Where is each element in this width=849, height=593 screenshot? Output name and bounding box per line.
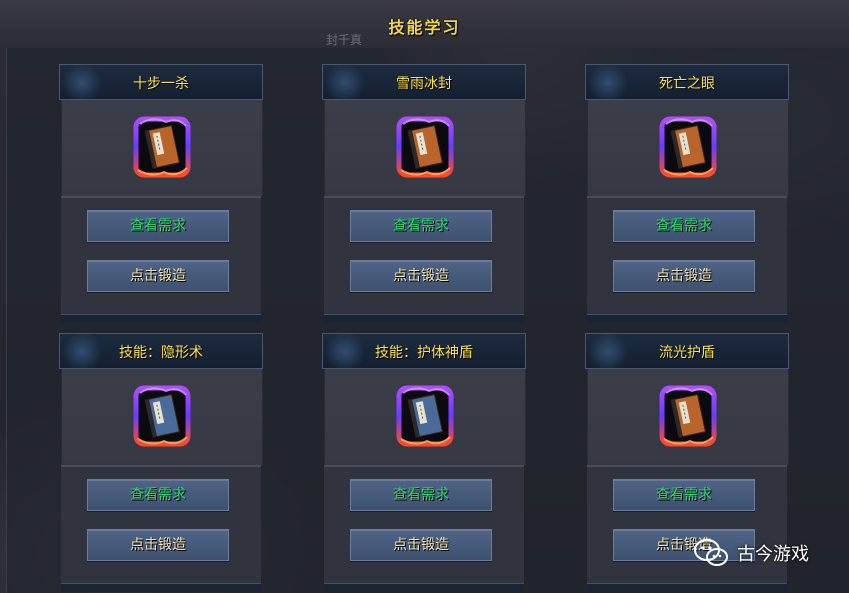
watermark: 古今游戏 bbox=[693, 533, 809, 573]
skill-book-icon[interactable] bbox=[395, 114, 455, 180]
skill-icon-area bbox=[61, 100, 263, 196]
skill-icon-area bbox=[587, 369, 789, 465]
window-subtitle: 封千真 bbox=[326, 33, 363, 47]
skill-card-header: 雪雨冰封 bbox=[322, 64, 526, 100]
skill-card-footer bbox=[61, 314, 261, 323]
view-requirements-button[interactable]: 查看需求 bbox=[350, 479, 492, 511]
skill-panel: 十步一杀 查看需求 点击锻造 雪雨冰封 查看需求 点击锻造 死亡之眼 查看需求 … bbox=[6, 48, 849, 593]
view-requirements-button[interactable]: 查看需求 bbox=[350, 210, 492, 242]
view-requirements-button[interactable]: 查看需求 bbox=[613, 479, 755, 511]
window-title: 技能学习 bbox=[388, 18, 461, 37]
skill-card: 技能：护体神盾 查看需求 点击锻造 bbox=[322, 333, 526, 592]
skill-card-header: 死亡之眼 bbox=[585, 64, 789, 100]
skill-card-footer bbox=[324, 314, 524, 323]
skill-book-icon[interactable] bbox=[658, 383, 718, 449]
view-requirements-button[interactable]: 查看需求 bbox=[87, 479, 229, 511]
skill-card-title: 流光护盾 bbox=[659, 345, 715, 361]
forge-button[interactable]: 点击锻造 bbox=[87, 529, 229, 561]
skill-card-title: 雪雨冰封 bbox=[396, 76, 452, 92]
skill-icon-area bbox=[324, 369, 526, 465]
skill-card-body: 查看需求 点击锻造 bbox=[61, 196, 261, 316]
skill-icon-area bbox=[61, 369, 263, 465]
skill-book-icon[interactable] bbox=[395, 383, 455, 449]
skill-card-body: 查看需求 点击锻造 bbox=[587, 196, 787, 316]
wechat-icon bbox=[694, 539, 728, 566]
skill-card: 十步一杀 查看需求 点击锻造 bbox=[59, 64, 263, 323]
skill-card-title: 十步一杀 bbox=[133, 76, 189, 92]
skill-icon-area bbox=[324, 100, 526, 196]
skill-card-header: 技能：隐形术 bbox=[59, 333, 263, 369]
skill-card-body: 查看需求 点击锻造 bbox=[324, 465, 524, 585]
view-requirements-button[interactable]: 查看需求 bbox=[613, 210, 755, 242]
window-title-bar: 技能学习 封千真 bbox=[0, 0, 849, 48]
skill-book-icon[interactable] bbox=[658, 114, 718, 180]
skill-card-body: 查看需求 点击锻造 bbox=[324, 196, 524, 316]
skill-card: 雪雨冰封 查看需求 点击锻造 bbox=[322, 64, 526, 323]
skill-card-footer bbox=[587, 583, 787, 592]
skill-card-footer bbox=[324, 583, 524, 592]
view-requirements-button[interactable]: 查看需求 bbox=[87, 210, 229, 242]
skill-card-header: 流光护盾 bbox=[585, 333, 789, 369]
skill-card: 技能：隐形术 查看需求 点击锻造 bbox=[59, 333, 263, 592]
forge-button[interactable]: 点击锻造 bbox=[350, 260, 492, 292]
skill-card-header: 十步一杀 bbox=[59, 64, 263, 100]
skill-card-title: 技能：隐形术 bbox=[119, 345, 203, 361]
skill-book-icon[interactable] bbox=[132, 383, 192, 449]
skill-book-icon[interactable] bbox=[132, 114, 192, 180]
skill-card-footer bbox=[587, 314, 787, 323]
watermark-text: 古今游戏 bbox=[737, 544, 809, 565]
skill-card-header: 技能：护体神盾 bbox=[322, 333, 526, 369]
forge-button[interactable]: 点击锻造 bbox=[613, 260, 755, 292]
skill-card-title: 技能：护体神盾 bbox=[375, 345, 473, 361]
skill-icon-area bbox=[587, 100, 789, 196]
forge-button[interactable]: 点击锻造 bbox=[350, 529, 492, 561]
skill-card-body: 查看需求 点击锻造 bbox=[61, 465, 261, 585]
skill-card-footer bbox=[61, 583, 261, 592]
skill-card-title: 死亡之眼 bbox=[659, 76, 715, 92]
skill-card: 死亡之眼 查看需求 点击锻造 bbox=[585, 64, 789, 323]
forge-button[interactable]: 点击锻造 bbox=[87, 260, 229, 292]
